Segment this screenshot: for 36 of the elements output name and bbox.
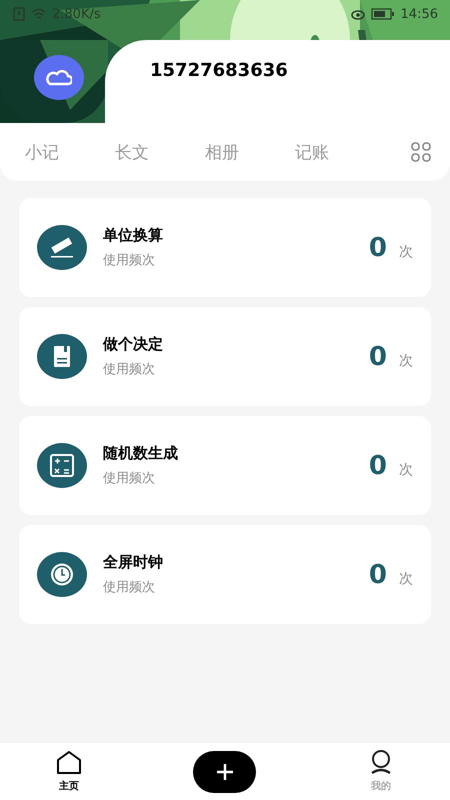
- count-unit: 次: [399, 242, 413, 260]
- tool-subtitle: 使用频次: [103, 579, 156, 596]
- tool-subtitle: 使用频次: [103, 470, 156, 487]
- phone-number: 15727683636: [150, 60, 288, 81]
- usage-count: 0: [368, 450, 387, 480]
- clock-icon: [37, 552, 87, 597]
- ruler-icon: [37, 225, 87, 270]
- network-speed: 2.80K/s: [52, 6, 101, 22]
- tool-card[interactable]: 全屏时钟 使用频次 0 次: [19, 525, 431, 624]
- usage-count: 0: [368, 560, 387, 590]
- book-icon: [37, 334, 87, 379]
- wifi-icon: [32, 7, 46, 21]
- count-unit: 次: [399, 570, 413, 588]
- calculator-icon: [37, 443, 87, 488]
- count-unit: 次: [399, 352, 413, 370]
- tool-card[interactable]: 单位换算 使用频次 0 次: [19, 198, 431, 297]
- tool-title: 做个决定: [103, 335, 164, 354]
- battery-icon: [370, 8, 395, 20]
- nav-item[interactable]: 主页: [55, 750, 84, 793]
- home-icon: [55, 750, 84, 776]
- tool-card[interactable]: 做个决定 使用频次 0 次: [19, 307, 431, 406]
- tool-subtitle: 使用频次: [103, 361, 156, 378]
- tool-subtitle: 使用频次: [103, 252, 156, 269]
- grid-icon[interactable]: [411, 142, 431, 162]
- add-button[interactable]: [193, 750, 256, 792]
- cloud-icon: [46, 70, 72, 86]
- sim-icon: [12, 7, 26, 21]
- usage-count: 0: [368, 342, 387, 372]
- tool-title: 单位换算: [103, 226, 164, 245]
- tool-title: 随机数生成: [103, 444, 179, 463]
- usage-count: 0: [368, 232, 387, 262]
- clock-time: 14:56: [400, 6, 438, 22]
- tool-title: 全屏时钟: [103, 553, 164, 572]
- plus-icon: [216, 762, 234, 780]
- count-unit: 次: [399, 460, 413, 478]
- tool-card[interactable]: 随机数生成 使用频次 0 次: [19, 416, 431, 515]
